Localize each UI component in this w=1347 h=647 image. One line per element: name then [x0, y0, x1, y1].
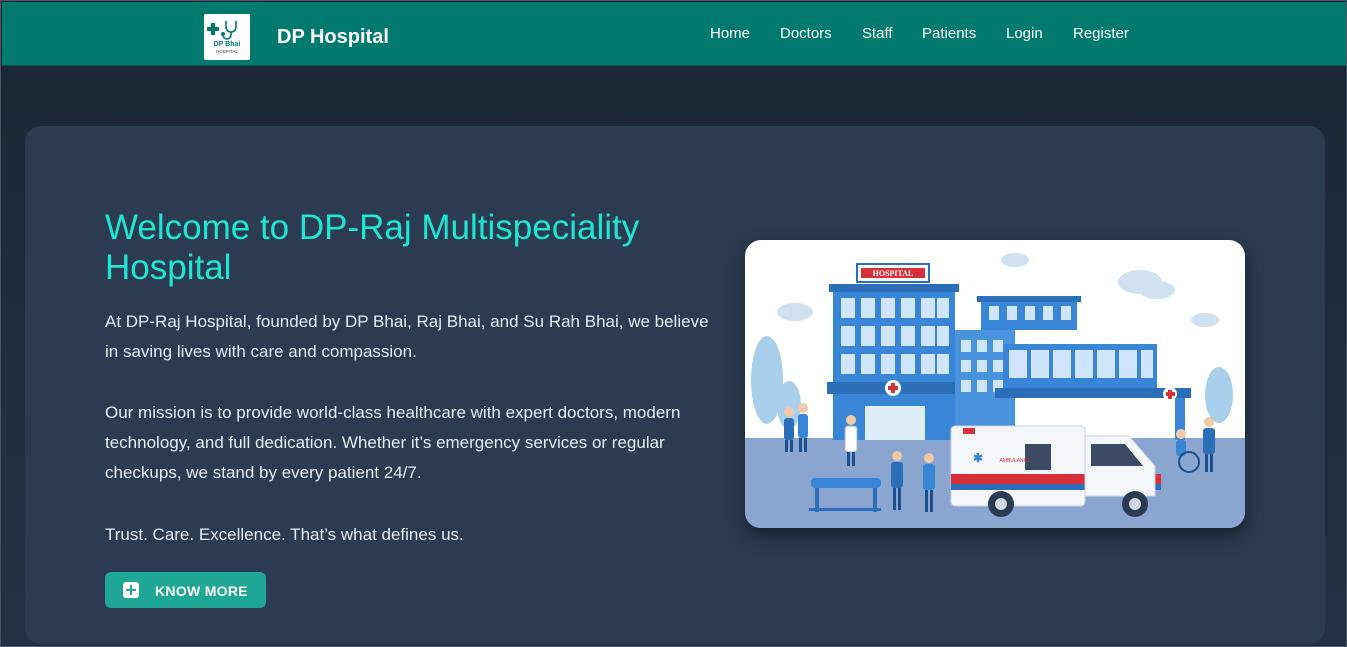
brand-name[interactable]: DP Hospital: [277, 26, 389, 49]
hospital-sign-text: HOSPITAL: [873, 269, 914, 278]
know-more-button[interactable]: KNOW MORE: [105, 572, 266, 608]
svg-text:✱: ✱: [973, 451, 983, 465]
nav-link-register[interactable]: Register: [1073, 25, 1129, 42]
stethoscope-cross-icon: DP Bhai HOSPITAL: [207, 21, 241, 54]
hero-paragraph-about: At DP-Raj Hospital, founded by DP Bhai, …: [105, 312, 709, 361]
hospital-scene-image: HOSPITAL ✱ AMBULANCE: [745, 253, 1245, 528]
navbar: DP Bhai HOSPITAL DP Hospital Home Doctor…: [2, 2, 1346, 66]
hero-title: Welcome to DP-Raj Multispeciality Hospit…: [105, 208, 640, 287]
hero-paragraph-mission: Our mission is to provide world-class he…: [105, 403, 681, 482]
hero-card: Welcome to DP-Raj Multispeciality Hospit…: [25, 126, 1325, 644]
nav-link-patients[interactable]: Patients: [922, 25, 976, 42]
nav-link-staff[interactable]: Staff: [862, 25, 893, 42]
nav-link-doctors[interactable]: Doctors: [780, 25, 832, 42]
plus-square-icon: [123, 582, 139, 598]
hero-paragraph-tagline: Trust. Care. Excellence. That’s what def…: [105, 525, 464, 544]
logo-text-line1: DP Bhai: [214, 41, 241, 48]
logo-text-line2: HOSPITAL: [216, 49, 238, 54]
know-more-label: KNOW MORE: [155, 583, 248, 599]
hospital-illustration: HOSPITAL ✱ AMBULANCE: [745, 240, 1245, 528]
nav-link-login[interactable]: Login: [1006, 25, 1043, 42]
hospital-logo[interactable]: DP Bhai HOSPITAL: [204, 14, 250, 60]
ambulance-label: AMBULANCE: [999, 458, 1031, 464]
nav-link-home[interactable]: Home: [710, 25, 750, 42]
